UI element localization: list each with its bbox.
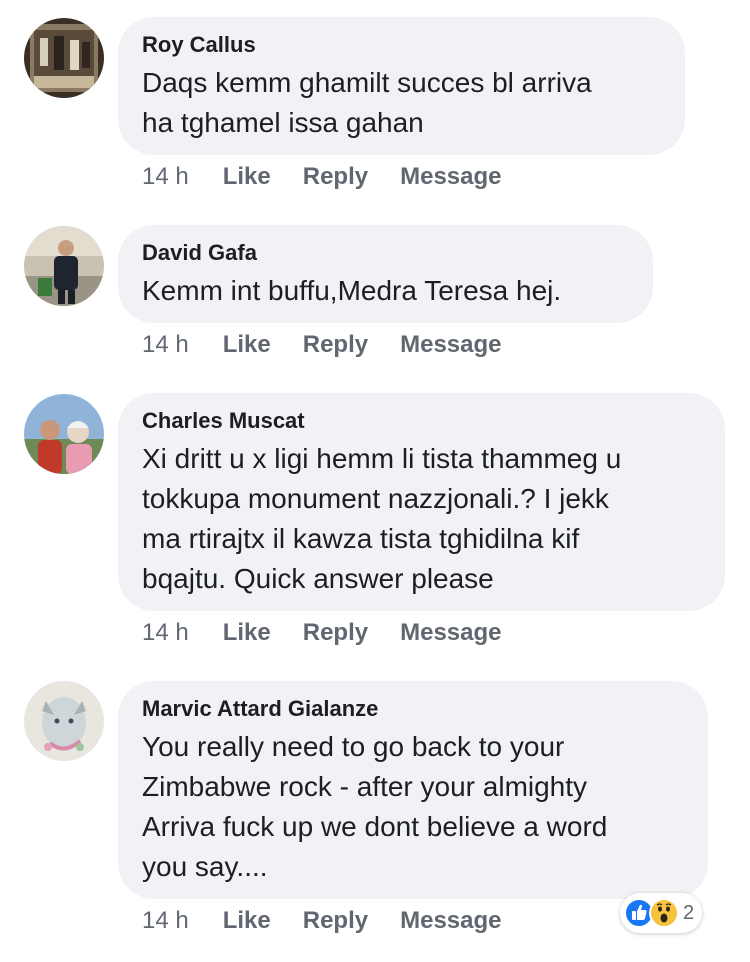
comment-actions: 14 h Like Reply Message — [142, 618, 534, 648]
reply-button[interactable]: Reply — [303, 906, 368, 936]
comment-actions: 14 h Like Reply Message — [142, 330, 534, 360]
avatar[interactable] — [24, 394, 104, 474]
comment-bubble: Marvic Attard Gialanze You really need t… — [118, 681, 708, 899]
reply-button[interactable]: Reply — [303, 618, 368, 648]
comment-timestamp[interactable]: 14 h — [142, 618, 189, 648]
comment-author[interactable]: Marvic Attard Gialanze — [142, 695, 684, 723]
comment-bubble: David Gafa Kemm int buffu,Medra Teresa h… — [118, 225, 653, 323]
comment-timestamp[interactable]: 14 h — [142, 330, 189, 360]
reply-button[interactable]: Reply — [303, 162, 368, 192]
message-button[interactable]: Message — [400, 162, 501, 192]
message-button[interactable]: Message — [400, 618, 501, 648]
like-button[interactable]: Like — [223, 618, 271, 648]
like-button[interactable]: Like — [223, 906, 271, 936]
comment-author[interactable]: Roy Callus — [142, 31, 661, 59]
like-button[interactable]: Like — [223, 330, 271, 360]
comment-actions: 14 h Like Reply Message — [142, 906, 534, 936]
reactions-badge[interactable]: 2 — [620, 893, 703, 933]
reply-button[interactable]: Reply — [303, 330, 368, 360]
comment-timestamp[interactable]: 14 h — [142, 162, 189, 192]
comment-author[interactable]: Charles Muscat — [142, 407, 701, 435]
comment-bubble: Roy Callus Daqs kemm ghamilt succes bl a… — [118, 17, 685, 155]
wow-icon — [649, 898, 679, 928]
avatar[interactable] — [24, 226, 104, 306]
comment-timestamp[interactable]: 14 h — [142, 906, 189, 936]
comment-text: Xi dritt u x ligi hemm li tista thammeg … — [142, 443, 622, 594]
avatar[interactable] — [24, 18, 104, 98]
message-button[interactable]: Message — [400, 330, 501, 360]
reaction-count: 2 — [683, 901, 695, 924]
comment-bubble: Charles Muscat Xi dritt u x ligi hemm li… — [118, 393, 725, 611]
comment-actions: 14 h Like Reply Message — [142, 162, 534, 192]
comments-thread: Roy Callus Daqs kemm ghamilt succes bl a… — [0, 0, 750, 962]
avatar[interactable] — [24, 681, 104, 761]
comment-author[interactable]: David Gafa — [142, 239, 629, 267]
comment-text: Daqs kemm ghamilt succes bl arriva ha tg… — [142, 67, 592, 138]
message-button[interactable]: Message — [400, 906, 501, 936]
like-button[interactable]: Like — [223, 162, 271, 192]
comment-text: Kemm int buffu,Medra Teresa hej. — [142, 275, 562, 306]
comment-text: You really need to go back to your Zimba… — [142, 731, 608, 882]
